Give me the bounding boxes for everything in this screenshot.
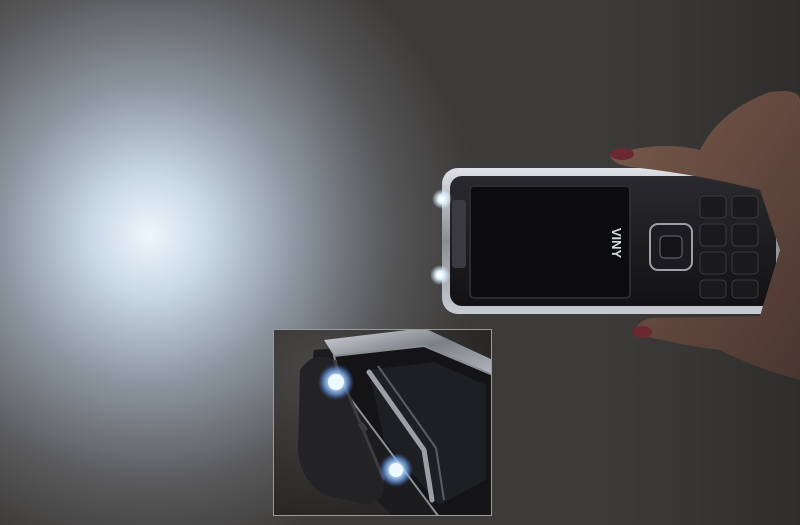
svg-text:VINY: VINY: [609, 228, 624, 259]
closeup-led-photo: [274, 330, 491, 515]
inset-closeup: [273, 329, 492, 516]
phone: VINY: [430, 168, 782, 314]
photo-scene: VINY: [0, 0, 800, 525]
